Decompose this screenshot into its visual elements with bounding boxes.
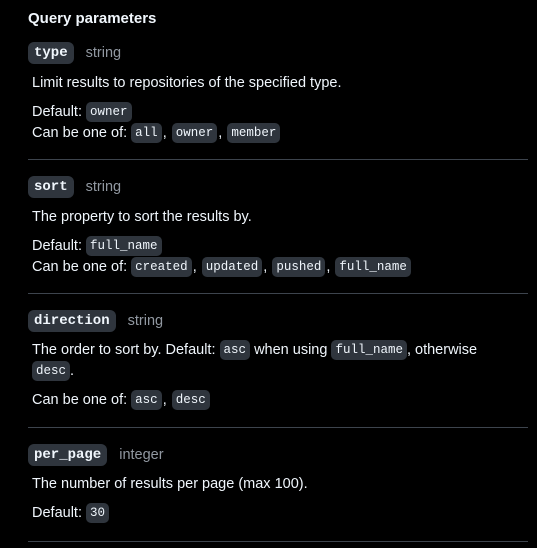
inline-code: desc [32, 361, 71, 381]
option-value: desc [171, 390, 210, 410]
param-options: Can be one of: all, owner, member [32, 123, 281, 143]
param-description-cont: desc. [32, 361, 74, 381]
param-name: per_page [28, 444, 108, 466]
param-description: The property to sort the results by. [32, 209, 252, 225]
divider [28, 159, 528, 160]
default-value: full_name [86, 236, 162, 256]
param-type-label: string [85, 45, 122, 61]
param-direction: direction string The order to sort by. D… [28, 309, 528, 410]
param-description: Limit results to repositories of the spe… [32, 75, 342, 91]
option-value: all [131, 123, 162, 143]
param-description: The number of results per page (max 100)… [32, 476, 308, 492]
param-type-label: string [127, 313, 164, 329]
param-name: type [28, 42, 74, 64]
param-name: direction [28, 310, 116, 332]
default-value: 30 [86, 503, 110, 523]
option-value: pushed [272, 257, 326, 277]
param-type: type string Limit results to repositorie… [28, 41, 528, 143]
option-value: member [227, 123, 281, 143]
param-type-label: string [85, 179, 122, 195]
inline-code: full_name [331, 340, 407, 360]
divider [28, 293, 528, 294]
section-title: Query parameters [28, 10, 157, 27]
param-per-page: per_page integer The number of results p… [28, 443, 528, 523]
divider [28, 427, 528, 428]
param-default: Default: 30 [32, 503, 110, 523]
param-description: The order to sort by. Default: asc when … [32, 340, 478, 360]
option-value: asc [131, 390, 162, 410]
inline-code: asc [219, 340, 251, 360]
option-value: full_name [335, 257, 411, 277]
option-value: updated [201, 257, 263, 277]
param-name: sort [28, 176, 74, 198]
option-value: created [131, 257, 192, 277]
option-value: owner [171, 123, 218, 143]
param-type-label: integer [119, 447, 164, 463]
param-options: Can be one of: asc, desc [32, 390, 210, 410]
query-parameters-panel: Query parameters type string Limit resul… [0, 0, 537, 548]
divider [28, 541, 528, 542]
param-options: Can be one of: created, updated, pushed,… [32, 257, 411, 277]
default-value: owner [86, 102, 132, 122]
param-default: Default: full_name [32, 236, 162, 256]
param-sort: sort string The property to sort the res… [28, 175, 528, 277]
param-default: Default: owner [32, 102, 132, 122]
